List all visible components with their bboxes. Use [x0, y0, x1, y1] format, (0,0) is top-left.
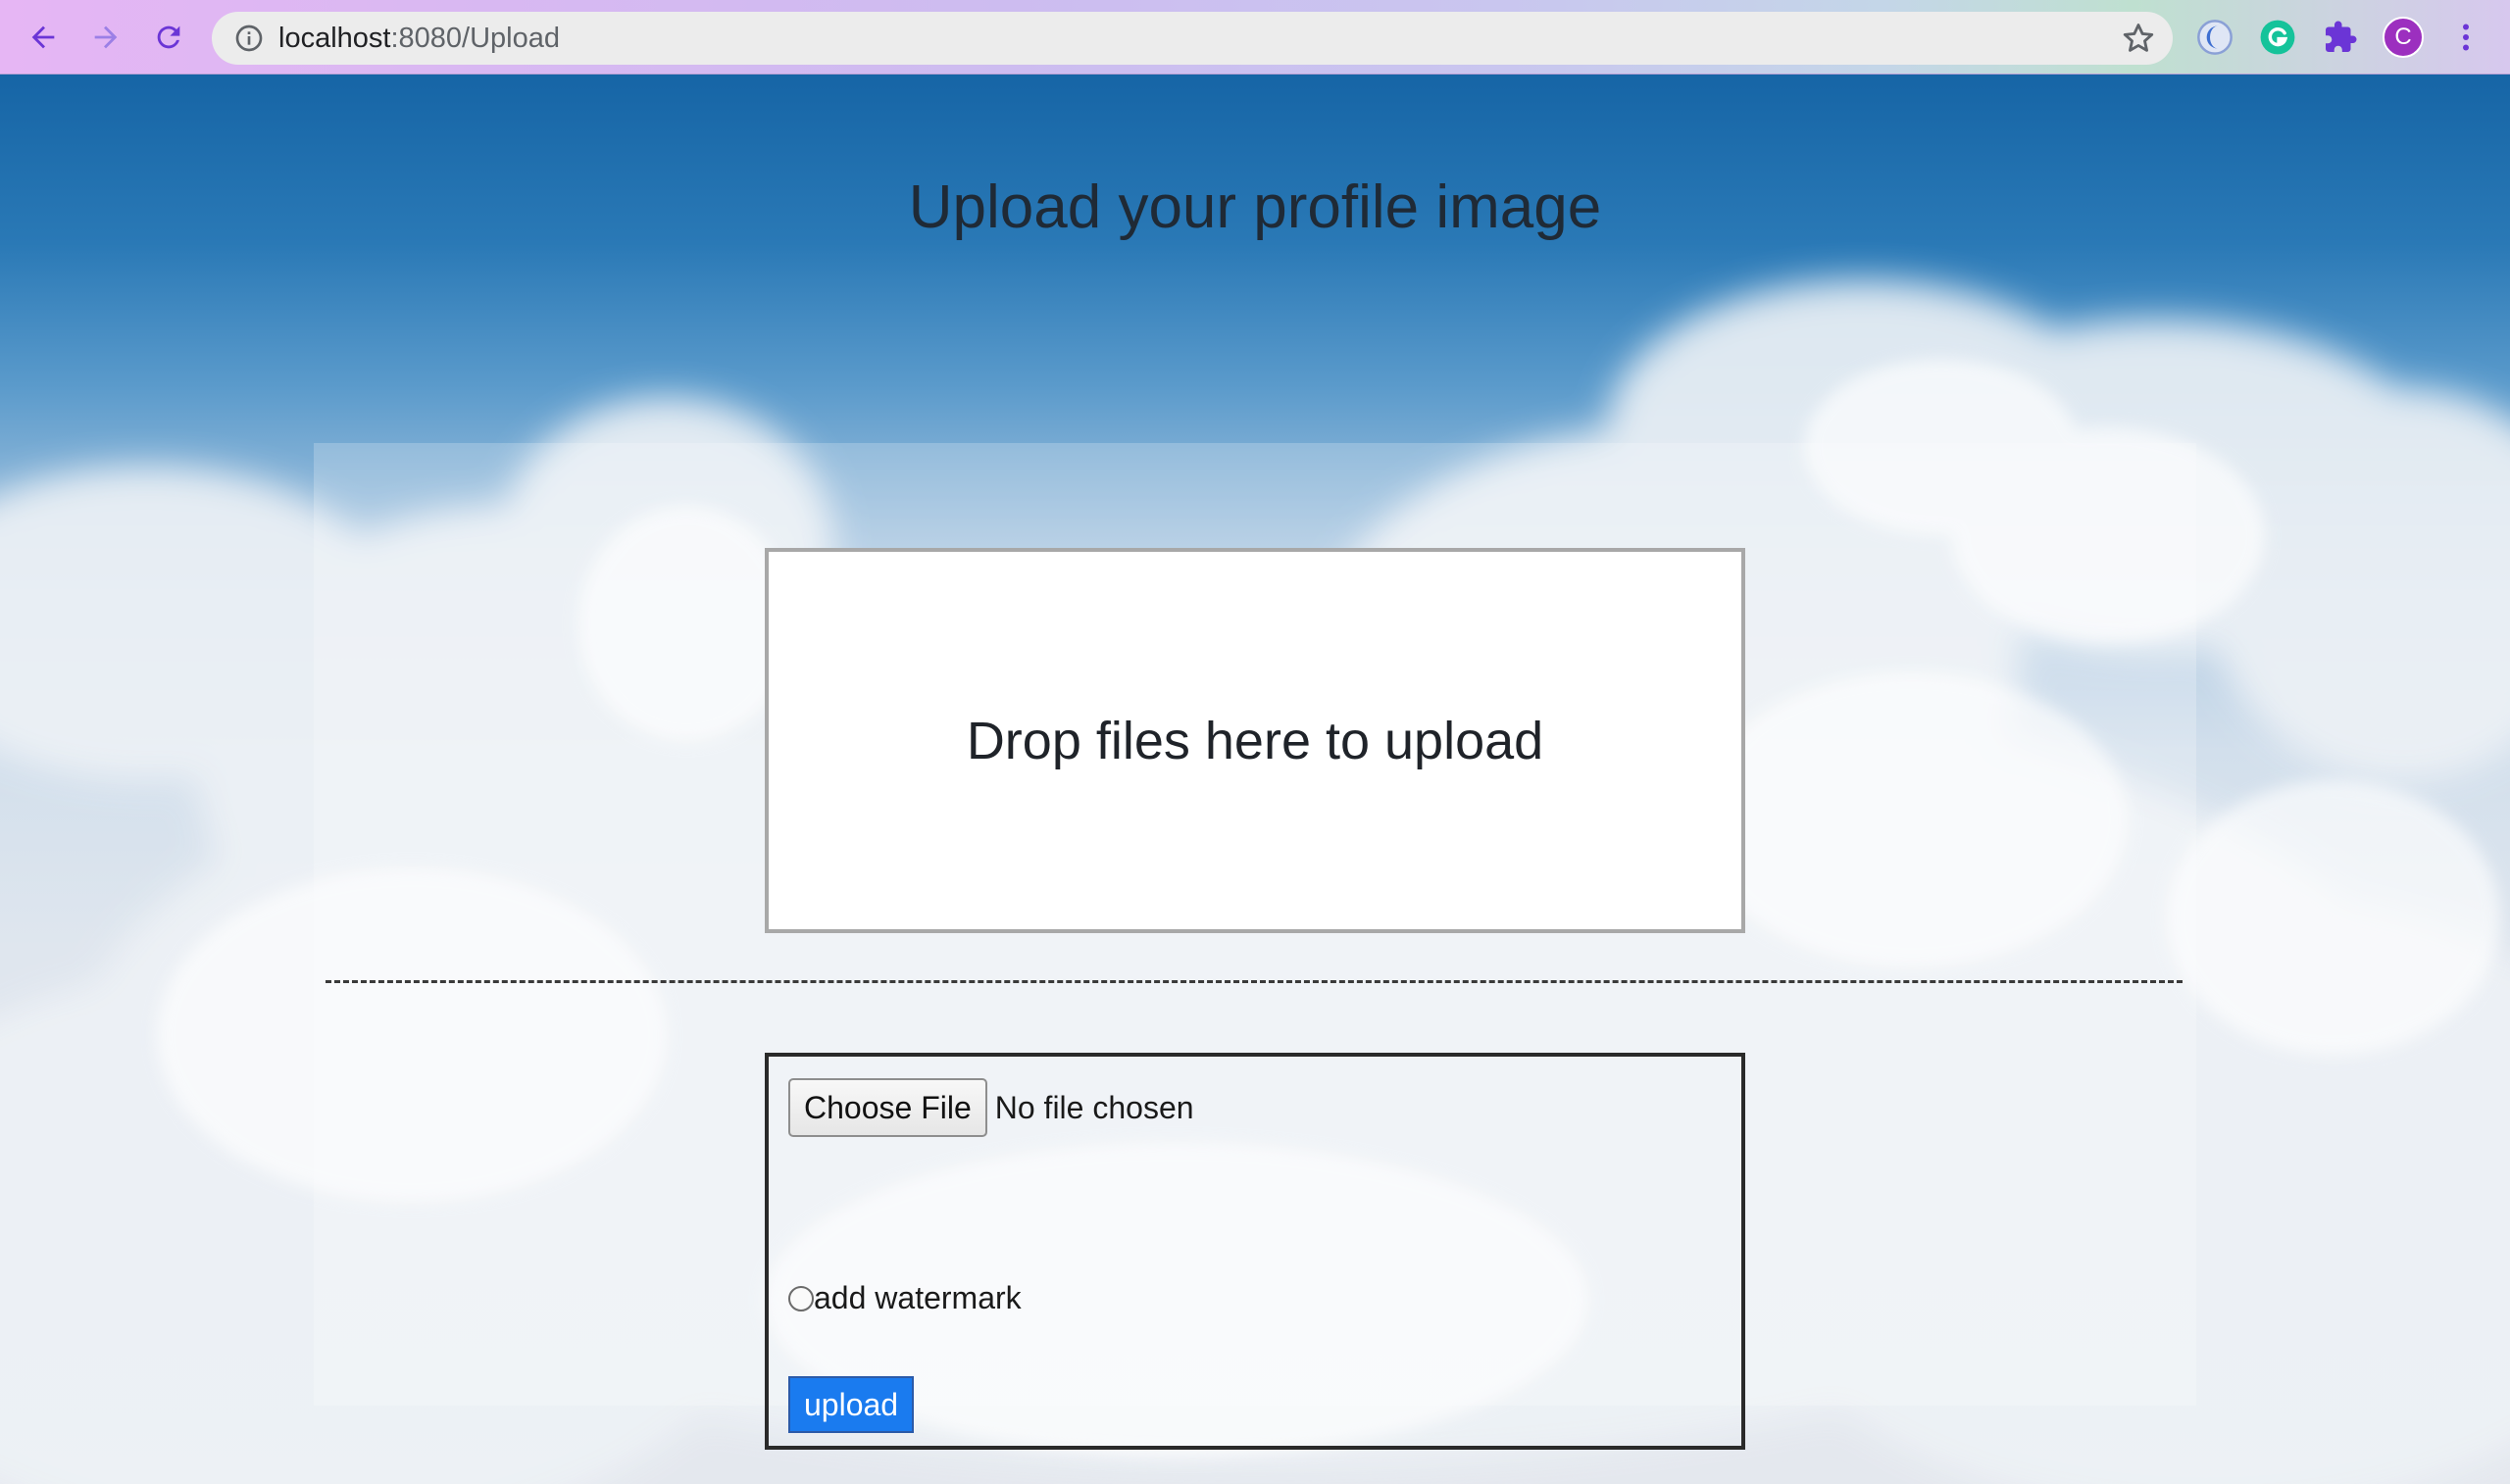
more-vertical-icon	[2463, 24, 2469, 51]
reload-button[interactable]	[145, 14, 192, 61]
dashed-divider	[326, 980, 2183, 983]
url-path: :8080/Upload	[390, 23, 560, 54]
url-host: localhost	[278, 23, 391, 54]
file-status-text: No file chosen	[994, 1089, 1194, 1125]
grammarly-extension-button[interactable]	[2257, 17, 2298, 58]
extension-circle-icon	[2197, 20, 2233, 55]
page-title: Upload your profile image	[908, 173, 1602, 241]
site-info-icon[interactable]	[233, 23, 265, 54]
watermark-option[interactable]: add watermark	[788, 1280, 1022, 1316]
forward-arrow-icon	[94, 25, 118, 49]
extensions-menu-button[interactable]	[2320, 17, 2361, 58]
choose-file-button[interactable]: Choose File	[788, 1078, 987, 1137]
back-arrow-icon	[31, 25, 55, 49]
grammarly-icon	[2260, 20, 2295, 55]
url-text[interactable]: localhost:8080/Upload	[278, 12, 560, 65]
watermark-label[interactable]: add watermark	[814, 1280, 1022, 1316]
file-input[interactable]: Choose File No file chosen	[788, 1078, 1194, 1137]
upload-form: Choose File No file chosen add watermark…	[765, 1053, 1745, 1450]
reload-icon	[157, 25, 180, 49]
page-viewport: Upload your profile image Drop files her…	[0, 74, 2510, 1484]
bookmark-star-icon[interactable]	[2120, 20, 2157, 57]
address-bar[interactable]: localhost:8080/Upload	[212, 12, 2173, 65]
avatar-initial: C	[2394, 24, 2412, 50]
drop-zone[interactable]: Drop files here to upload	[765, 548, 1745, 933]
profile-avatar-button[interactable]: C	[2383, 17, 2424, 58]
drop-zone-text: Drop files here to upload	[966, 711, 1544, 770]
upload-panel: Drop files here to upload Choose File No…	[314, 443, 2196, 1450]
browser-menu-button[interactable]	[2445, 17, 2486, 58]
forward-button[interactable]	[82, 14, 129, 61]
avatar: C	[2383, 17, 2424, 58]
extension-button[interactable]	[2194, 17, 2235, 58]
browser-toolbar: localhost:8080/Upload C	[0, 0, 2510, 74]
upload-button[interactable]: upload	[788, 1376, 915, 1433]
puzzle-piece-icon	[2326, 21, 2357, 52]
back-button[interactable]	[20, 14, 67, 61]
watermark-radio[interactable]	[788, 1285, 814, 1311]
